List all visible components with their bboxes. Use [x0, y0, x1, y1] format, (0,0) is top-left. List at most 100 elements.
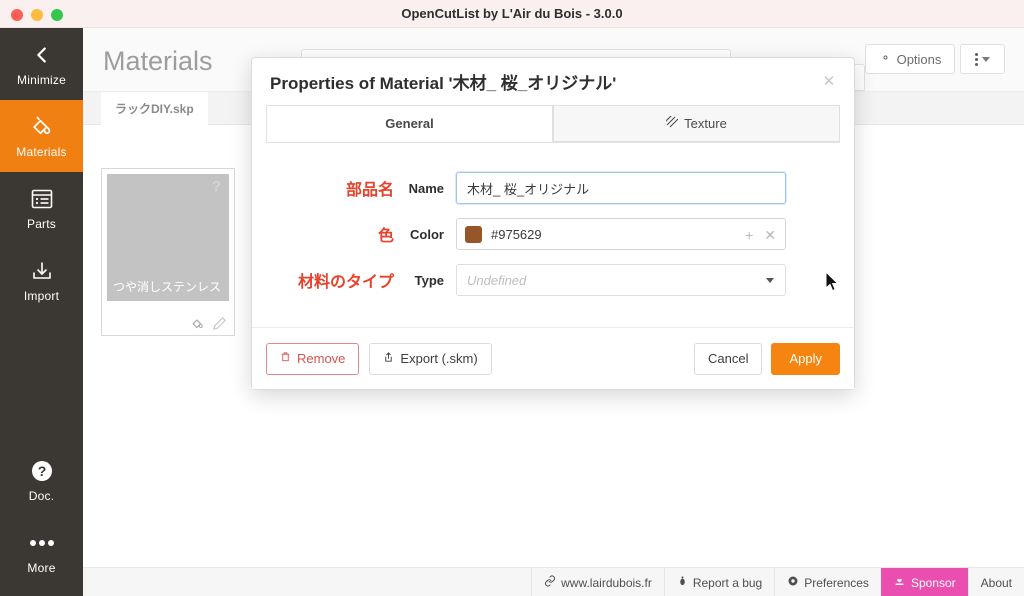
- window-titlebar: OpenCutList by L'Air du Bois - 3.0.0: [0, 0, 1024, 28]
- label-name: Name: [408, 180, 444, 196]
- remove-label: Remove: [297, 351, 346, 366]
- bug-icon: [677, 575, 688, 590]
- download-icon: [29, 258, 55, 284]
- ellipsis-icon: [29, 530, 55, 556]
- form-row-color: 色 Color #975629 + ✕: [266, 211, 840, 257]
- paint-bucket-icon: [29, 114, 55, 140]
- sidebar-item-import[interactable]: Import: [0, 244, 83, 316]
- sidebar-item-more[interactable]: More: [0, 516, 83, 588]
- remove-button[interactable]: Remove: [266, 342, 360, 375]
- dialog-tab-bar: General Texture: [266, 105, 840, 143]
- dialog-body: 部品名 Name 色 Color #975629 + ✕: [252, 143, 854, 325]
- tab-general-label: General: [385, 116, 434, 131]
- file-tab-label: ラックDIY.skp: [115, 102, 194, 116]
- material-unknown-badge: ?: [211, 178, 221, 195]
- apply-label: Apply: [789, 351, 822, 366]
- annotation-type: 材料のタイプ: [297, 274, 394, 291]
- footer-link-preferences[interactable]: Preferences: [774, 568, 881, 596]
- footer-link-about[interactable]: About: [967, 568, 1024, 596]
- sidebar-bottom-group: ? Doc. More: [0, 444, 83, 588]
- close-icon[interactable]: ✕: [820, 72, 838, 90]
- color-swatch[interactable]: [465, 225, 482, 243]
- hatch-icon: [663, 114, 679, 131]
- field-color-wrap: #975629 + ✕: [456, 218, 786, 250]
- sidebar-item-doc[interactable]: ? Doc.: [0, 444, 83, 516]
- plus-icon[interactable]: +: [745, 227, 753, 243]
- name-input[interactable]: [456, 172, 786, 204]
- heart-hand-icon: [893, 575, 906, 590]
- cancel-button[interactable]: Cancel: [694, 342, 763, 375]
- material-thumbnail: ? つや消しステンレス: [107, 174, 229, 301]
- pencil-icon[interactable]: [212, 316, 227, 331]
- footer-label-website: www.lairdubois.fr: [561, 575, 652, 590]
- color-input[interactable]: #975629 + ✕: [456, 218, 786, 250]
- footer-link-sponsor[interactable]: Sponsor: [880, 568, 968, 596]
- dialog-footer: Remove Export (.skm) Cancel Apply: [252, 327, 854, 389]
- type-placeholder: Undefined: [467, 272, 527, 288]
- field-name-wrap: [456, 172, 786, 204]
- gear-icon: [879, 51, 892, 67]
- form-row-name: 部品名 Name: [266, 165, 840, 211]
- file-tab-active[interactable]: ラックDIY.skp: [101, 92, 208, 125]
- link-icon: [544, 575, 556, 590]
- label-color: Color: [410, 226, 444, 242]
- sidebar-item-parts[interactable]: Parts: [0, 172, 83, 244]
- svg-text:?: ?: [37, 463, 46, 479]
- app-window: OpenCutList by L'Air du Bois - 3.0.0 Min…: [0, 0, 1024, 596]
- footer-label-sponsor: Sponsor: [910, 575, 956, 590]
- footer-label-about: About: [980, 575, 1012, 590]
- cancel-label: Cancel: [708, 351, 749, 366]
- color-value: #975629: [491, 226, 542, 242]
- field-type-wrap: Undefined: [456, 264, 786, 296]
- type-select[interactable]: Undefined: [456, 264, 786, 296]
- tab-general[interactable]: General: [266, 105, 553, 142]
- material-name-label: つや消しステンレス: [113, 280, 222, 294]
- app-footer: www.lairdubois.fr Report a bug Preferenc…: [83, 567, 1024, 596]
- footer-label-report-bug: Report a bug: [692, 575, 763, 590]
- list-icon: [29, 186, 55, 212]
- annotation-name: 部品名: [345, 182, 394, 199]
- sidebar-label-import: Import: [23, 288, 60, 303]
- paint-bucket-icon[interactable]: [190, 316, 205, 331]
- sidebar-label-doc: Doc.: [28, 488, 55, 503]
- tab-texture[interactable]: Texture: [553, 105, 840, 142]
- sidebar-item-minimize[interactable]: Minimize: [0, 28, 83, 100]
- material-card[interactable]: ? つや消しステンレス: [101, 168, 235, 336]
- chevron-left-icon: [29, 42, 55, 68]
- annotation-color: 色: [377, 228, 394, 245]
- trash-icon: [280, 351, 291, 366]
- window-title: OpenCutList by L'Air du Bois - 3.0.0: [401, 6, 623, 21]
- export-label: Export (.skm): [400, 351, 478, 366]
- tab-texture-label: Texture: [684, 116, 727, 131]
- left-sidebar: Minimize Materials Parts Import ? Doc. M…: [0, 28, 83, 596]
- sidebar-label-materials: Materials: [16, 144, 67, 159]
- chevron-down-icon: [982, 56, 990, 62]
- clear-icon[interactable]: ✕: [764, 227, 776, 244]
- dialog-header: Properties of Material '木材_ 桜_オリジナル' ✕: [252, 58, 854, 105]
- footer-link-website[interactable]: www.lairdubois.fr: [531, 568, 664, 596]
- options-button[interactable]: Options: [865, 44, 955, 74]
- footer-link-report-bug[interactable]: Report a bug: [663, 568, 775, 596]
- color-tools: + ✕: [745, 219, 776, 251]
- form-row-type: 材料のタイプ Type Undefined: [266, 257, 840, 303]
- chevron-down-icon: [766, 278, 774, 283]
- sidebar-label-parts: Parts: [26, 216, 56, 231]
- label-type: Type: [414, 272, 444, 288]
- mouse-cursor: [825, 270, 840, 292]
- options-label: Options: [896, 51, 942, 67]
- sidebar-item-materials[interactable]: Materials: [0, 100, 83, 172]
- gear-icon: [787, 575, 799, 590]
- export-button[interactable]: Export (.skm): [369, 342, 492, 375]
- dialog-title: Properties of Material '木材_ 桜_オリジナル': [270, 74, 617, 93]
- share-icon: [383, 351, 394, 367]
- page-title: Materials: [103, 46, 213, 76]
- material-properties-dialog: Properties of Material '木材_ 桜_オリジナル' ✕ G…: [251, 57, 855, 390]
- apply-button[interactable]: Apply: [771, 342, 840, 375]
- vertical-dots-icon: [975, 52, 978, 66]
- more-menu-button[interactable]: [960, 44, 1005, 74]
- material-card-actions: [190, 316, 227, 331]
- sidebar-label-minimize: Minimize: [17, 72, 66, 87]
- question-circle-icon: ?: [29, 458, 55, 484]
- footer-label-preferences: Preferences: [804, 575, 869, 590]
- sidebar-label-more: More: [27, 560, 56, 575]
